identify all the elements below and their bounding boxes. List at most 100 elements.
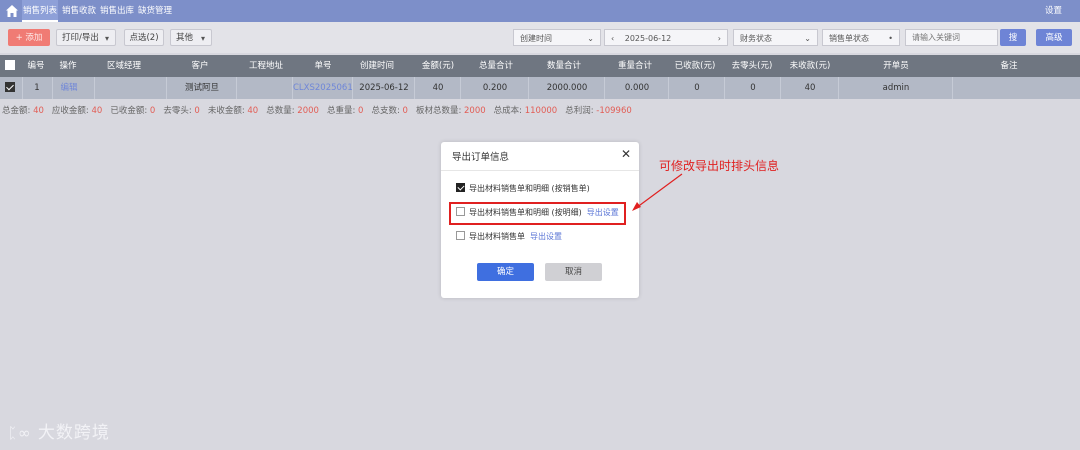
finance-status-label: 财务状态 — [740, 34, 772, 43]
cell-id: 1 — [22, 77, 51, 99]
header-creator[interactable]: 开单员 — [866, 55, 926, 77]
header-amount[interactable]: 金额(元) — [415, 55, 461, 77]
summary-label: 去零头: — [163, 106, 192, 116]
cell-received: 0 — [668, 77, 725, 99]
order-status-select[interactable]: 销售单状态 • — [822, 29, 900, 46]
dialog-divider — [441, 170, 639, 171]
watermark-text: 大数跨境 — [37, 423, 110, 443]
confirm-button[interactable]: 确定 — [477, 263, 534, 281]
cell-creator: admin — [838, 77, 953, 99]
finance-status-select[interactable]: 财务状态 ⌄ — [733, 29, 818, 46]
print-export-label: 打印/导出 — [62, 33, 99, 43]
chevron-right-icon[interactable]: › — [718, 30, 721, 47]
header-received[interactable]: 已收款(元) — [668, 55, 722, 77]
chevron-down-icon: ⌄ — [804, 34, 811, 43]
infinity-logo-icon: ᛈ∞ — [8, 424, 32, 442]
date-field-label: 创建时间 — [520, 34, 552, 43]
toolbar: + 添加 打印/导出 ▾ 点选(2) 其他 ▾ 创建时间 ⌄ ‹ 2025-06-12… — [0, 22, 1080, 53]
summary-value: 0 — [149, 106, 156, 116]
highlight-box — [449, 202, 626, 225]
chevron-down-icon: ⌄ — [587, 34, 594, 43]
date-value: 2025-06-12 — [624, 34, 672, 43]
search-button[interactable]: 搜 — [1000, 29, 1026, 46]
summary-value: -109960 — [596, 106, 632, 116]
home-icon[interactable] — [5, 4, 19, 18]
top-nav: 销售列表 销售收款 销售出库 缺货管理 设置 — [0, 0, 1080, 22]
summary-value: 40 — [91, 106, 103, 116]
header-qty-sum[interactable]: 数量合计 — [532, 55, 596, 77]
header-project-address[interactable]: 工程地址 — [236, 55, 296, 77]
header-remark[interactable]: 备注 — [994, 55, 1024, 77]
summary-label: 未收金额: — [207, 106, 245, 116]
cell-project-address — [236, 77, 293, 99]
header-area-manager[interactable]: 区域经理 — [94, 55, 154, 77]
tab-sales-list[interactable]: 销售列表 — [22, 0, 58, 22]
select-all-checkbox[interactable] — [5, 60, 15, 70]
date-picker[interactable]: ‹ 2025-06-12 › — [604, 29, 728, 46]
option-checkbox[interactable] — [456, 183, 465, 192]
header-action[interactable]: 操作 — [52, 55, 84, 77]
cell-qty-sum: 2000.000 — [528, 77, 605, 99]
close-icon[interactable]: ✕ — [621, 147, 631, 161]
summary-label: 总成本: — [493, 106, 523, 116]
summary-value: 40 — [33, 106, 44, 116]
option-by-sales-order[interactable]: 导出材料销售单和明细 (按销售单) — [456, 182, 590, 196]
cell-remark — [952, 77, 1063, 99]
order-status-label: 销售单状态 — [829, 34, 869, 43]
header-total-sum[interactable]: 总量合计 — [468, 55, 524, 77]
advanced-button[interactable]: 高级 — [1036, 29, 1072, 46]
option-sales-order-only[interactable]: 导出材料销售单 导出设置 — [456, 230, 562, 244]
header-order-no[interactable]: 单号 — [298, 55, 348, 77]
option-checkbox[interactable] — [456, 231, 465, 240]
summary-label: 总利润: — [565, 106, 594, 116]
summary-label: 已收金额: — [110, 106, 148, 116]
export-settings-link[interactable]: 导出设置 — [530, 232, 562, 241]
cell-area-manager — [94, 77, 167, 99]
cell-create-time: 2025-06-12 — [352, 77, 415, 99]
dot-icon: • — [888, 34, 893, 43]
caret-down-icon: ▾ — [200, 34, 205, 43]
tab-sales-receipt[interactable]: 销售收款 — [62, 0, 96, 22]
cell-total-sum: 0.200 — [460, 77, 529, 99]
row-checkbox[interactable] — [5, 82, 15, 92]
header-rounding[interactable]: 去零头(元) — [724, 55, 780, 77]
edit-link[interactable]: 编辑 — [52, 77, 85, 99]
cell-amount: 40 — [414, 77, 461, 99]
table-row[interactable]: 1 编辑 测试阿旦 CLXS20250612 2025-06-12 40 0.2… — [0, 77, 1080, 99]
header-weight-sum[interactable]: 重量合计 — [605, 55, 665, 77]
add-button[interactable]: + 添加 — [8, 29, 50, 46]
header-unreceived[interactable]: 未收款(元) — [782, 55, 838, 77]
header-customer[interactable]: 客户 — [170, 55, 230, 77]
tab-shortage[interactable]: 缺货管理 — [138, 0, 172, 22]
summary-label: 总金额: — [2, 106, 31, 116]
other-label: 其他 — [176, 33, 194, 43]
summary-label: 总重量: — [326, 106, 356, 116]
summary-value: 2000 — [464, 106, 486, 116]
summary-label: 总数量: — [266, 106, 295, 116]
table-header: 编号 操作 区域经理 客户 工程地址 单号 创建时间 金额(元) 总量合计 数量… — [0, 55, 1080, 77]
cell-rounding: 0 — [724, 77, 781, 99]
cell-weight-sum: 0.000 — [604, 77, 669, 99]
cell-unreceived: 40 — [780, 77, 839, 99]
summary-value: 0 — [194, 106, 200, 116]
summary-value: 40 — [247, 106, 259, 116]
chevron-left-icon[interactable]: ‹ — [611, 34, 614, 43]
cancel-button[interactable]: 取消 — [545, 263, 602, 281]
search-input[interactable] — [905, 29, 998, 46]
summary-label: 板材总数量: — [415, 106, 462, 116]
watermark-logo: ᛈ∞ 大数跨境 — [8, 418, 110, 443]
date-field-select[interactable]: 创建时间 ⌄ — [513, 29, 601, 46]
header-id[interactable]: 编号 — [22, 55, 50, 77]
tab-sales-outbound[interactable]: 销售出库 — [100, 0, 134, 22]
other-button[interactable]: 其他 ▾ — [170, 29, 212, 46]
summary-value: 2000 — [297, 106, 319, 116]
print-export-button[interactable]: 打印/导出 ▾ — [56, 29, 116, 46]
order-no-link[interactable]: CLXS20250612 — [292, 77, 353, 99]
header-create-time[interactable]: 创建时间 — [352, 55, 402, 77]
option-label: 导出材料销售单 — [469, 232, 525, 241]
summary-bar: 总金额: 40 应收金额: 40 已收金额: 0 去零头: 0 未收金额: 40 总数量:… — [2, 104, 640, 118]
point-select-button[interactable]: 点选(2) — [124, 29, 164, 46]
annotation-arrow-icon — [632, 173, 683, 211]
summary-value: 110000 — [524, 106, 558, 116]
settings-link[interactable]: 设置 — [1045, 0, 1062, 22]
